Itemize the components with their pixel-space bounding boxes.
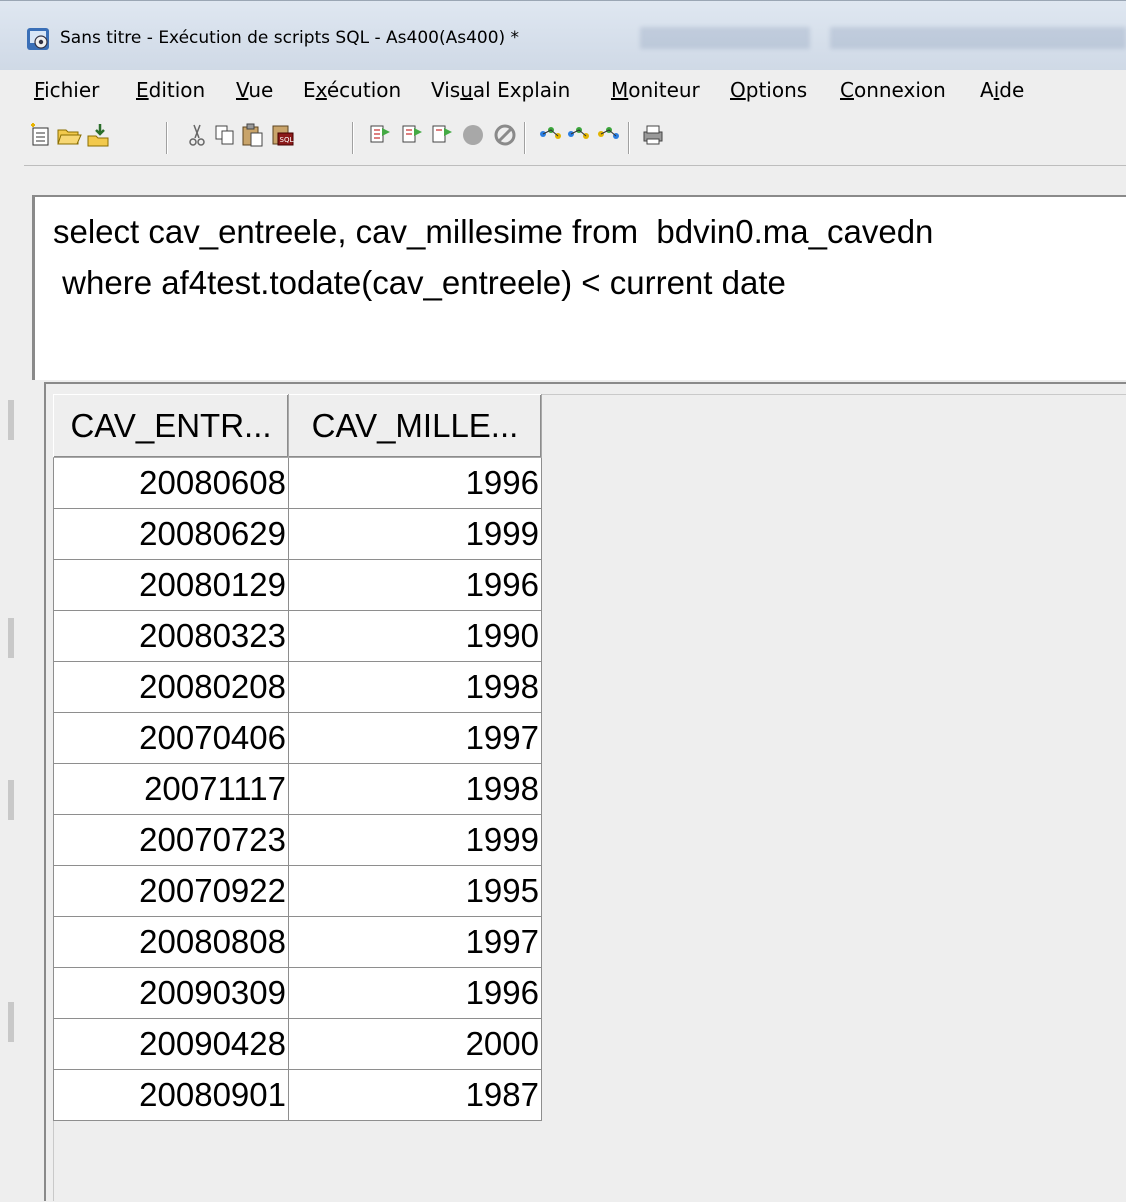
cell-cav-millesime[interactable]: 1990	[288, 610, 542, 662]
cell-cav-millesime[interactable]: 1999	[288, 508, 542, 560]
cell-cav-entreele[interactable]: 20080129	[53, 559, 289, 611]
cell-cav-entreele[interactable]: 20080208	[53, 661, 289, 713]
copy-icon[interactable]	[212, 122, 238, 148]
table-row[interactable]: 20080608 1996	[53, 457, 542, 509]
cell-cav-millesime[interactable]: 1995	[288, 865, 542, 917]
insert-sql-icon[interactable]: SQL	[270, 122, 296, 148]
cell-cav-entreele[interactable]: 20080901	[53, 1069, 289, 1121]
cell-cav-millesime[interactable]: 1987	[288, 1069, 542, 1121]
menu-ex-cution[interactable]: Exécution	[303, 78, 401, 102]
menu-aide[interactable]: Aide	[980, 78, 1024, 102]
run-from-selected-icon[interactable]	[400, 122, 426, 148]
edge-mark	[8, 400, 14, 440]
sql-scripts-app-icon	[27, 28, 49, 50]
cell-cav-millesime[interactable]: 1996	[288, 559, 542, 611]
run-and-explain-icon[interactable]	[566, 122, 592, 148]
table-row[interactable]: 20080129 1996	[53, 559, 542, 611]
window-left-edge	[0, 162, 24, 1201]
run-all-icon[interactable]	[368, 122, 394, 148]
sql-line-1: select cav_entreele, cav_millesime from …	[53, 213, 934, 250]
cell-cav-entreele[interactable]: 20080629	[53, 508, 289, 560]
window-title: Sans titre - Exécution de scripts SQL - …	[60, 28, 520, 48]
visual-explain-icon[interactable]	[596, 122, 622, 148]
edge-mark	[8, 1002, 14, 1042]
print-icon[interactable]	[640, 122, 666, 148]
cell-cav-entreele[interactable]: 20080608	[53, 457, 289, 509]
edge-mark	[8, 618, 14, 658]
cell-cav-entreele[interactable]: 20070723	[53, 814, 289, 866]
menu-edition[interactable]: Edition	[136, 78, 205, 102]
cell-cav-millesime[interactable]: 1998	[288, 763, 542, 815]
toolbar-separator	[166, 122, 168, 154]
toolbar-separator	[352, 122, 354, 154]
run-selected-icon[interactable]	[430, 122, 456, 148]
toolbar-separator	[524, 122, 526, 154]
toolbar: SQL	[0, 110, 1126, 162]
table-row[interactable]: 20080808 1997	[53, 916, 542, 968]
table-row[interactable]: 20080208 1998	[53, 661, 542, 713]
cut-icon[interactable]	[184, 122, 210, 148]
menu-bar: Fichier Edition Vue Exécution Visual Explain…	[0, 70, 1126, 111]
table-row[interactable]: 20071117 1998	[53, 763, 542, 815]
cell-cav-entreele[interactable]: 20080323	[53, 610, 289, 662]
column-header-cav-entreele[interactable]: CAV_ENTR...	[53, 394, 289, 458]
new-icon[interactable]	[28, 122, 54, 148]
title-bar: Sans titre - Exécution de scripts SQL - …	[0, 0, 1126, 71]
cell-cav-entreele[interactable]: 20071117	[53, 763, 289, 815]
cell-cav-entreele[interactable]: 20090309	[53, 967, 289, 1019]
stop-icon[interactable]	[460, 122, 486, 148]
background-window-tab	[830, 27, 1126, 49]
menu-connexion[interactable]: Connexion	[840, 78, 946, 102]
cell-cav-millesime[interactable]: 1996	[288, 457, 542, 509]
edge-mark	[8, 780, 14, 820]
cell-cav-entreele[interactable]: 20070922	[53, 865, 289, 917]
cell-cav-entreele[interactable]: 20090428	[53, 1018, 289, 1070]
menu-fichier[interactable]: Fichier	[34, 78, 99, 102]
cell-cav-millesime[interactable]: 1999	[288, 814, 542, 866]
menu-moniteur[interactable]: Moniteur	[611, 78, 700, 102]
cell-cav-millesime[interactable]: 2000	[288, 1018, 542, 1070]
paste-icon[interactable]	[240, 122, 266, 148]
cell-cav-entreele[interactable]: 20080808	[53, 916, 289, 968]
menu-options[interactable]: Options	[730, 78, 807, 102]
table-row[interactable]: 20070406 1997	[53, 712, 542, 764]
table-row[interactable]: 20080901 1987	[53, 1069, 542, 1121]
menu-visual-explain[interactable]: Visual Explain	[431, 78, 570, 102]
table-row[interactable]: 20090428 2000	[53, 1018, 542, 1070]
save-icon[interactable]	[86, 122, 112, 148]
table-row[interactable]: 20080323 1990	[53, 610, 542, 662]
open-icon[interactable]	[56, 122, 82, 148]
results-table: CAV_ENTR... CAV_MILLE... 20080608 1996 200…	[53, 394, 542, 1121]
sql-editor[interactable]: select cav_entreele, cav_millesime from …	[32, 195, 1126, 380]
cell-cav-millesime[interactable]: 1997	[288, 712, 542, 764]
table-row[interactable]: 20090309 1996	[53, 967, 542, 1019]
menu-vue[interactable]: Vue	[236, 78, 273, 102]
explain-icon[interactable]	[538, 122, 564, 148]
table-header-row: CAV_ENTR... CAV_MILLE...	[53, 394, 542, 458]
background-window-tab	[640, 27, 810, 49]
sql-line-2: where af4test.todate(cav_entreele) < cur…	[53, 264, 786, 301]
cell-cav-millesime[interactable]: 1996	[288, 967, 542, 1019]
cell-cav-entreele[interactable]: 20070406	[53, 712, 289, 764]
cell-cav-millesime[interactable]: 1998	[288, 661, 542, 713]
column-header-cav-millesime[interactable]: CAV_MILLE...	[288, 394, 542, 458]
table-row[interactable]: 20080629 1999	[53, 508, 542, 560]
table-row[interactable]: 20070922 1995	[53, 865, 542, 917]
cell-cav-millesime[interactable]: 1997	[288, 916, 542, 968]
table-row[interactable]: 20070723 1999	[53, 814, 542, 866]
toolbar-separator	[628, 122, 630, 154]
cancel-icon[interactable]	[492, 122, 518, 148]
svg-text:SQL: SQL	[280, 136, 294, 144]
